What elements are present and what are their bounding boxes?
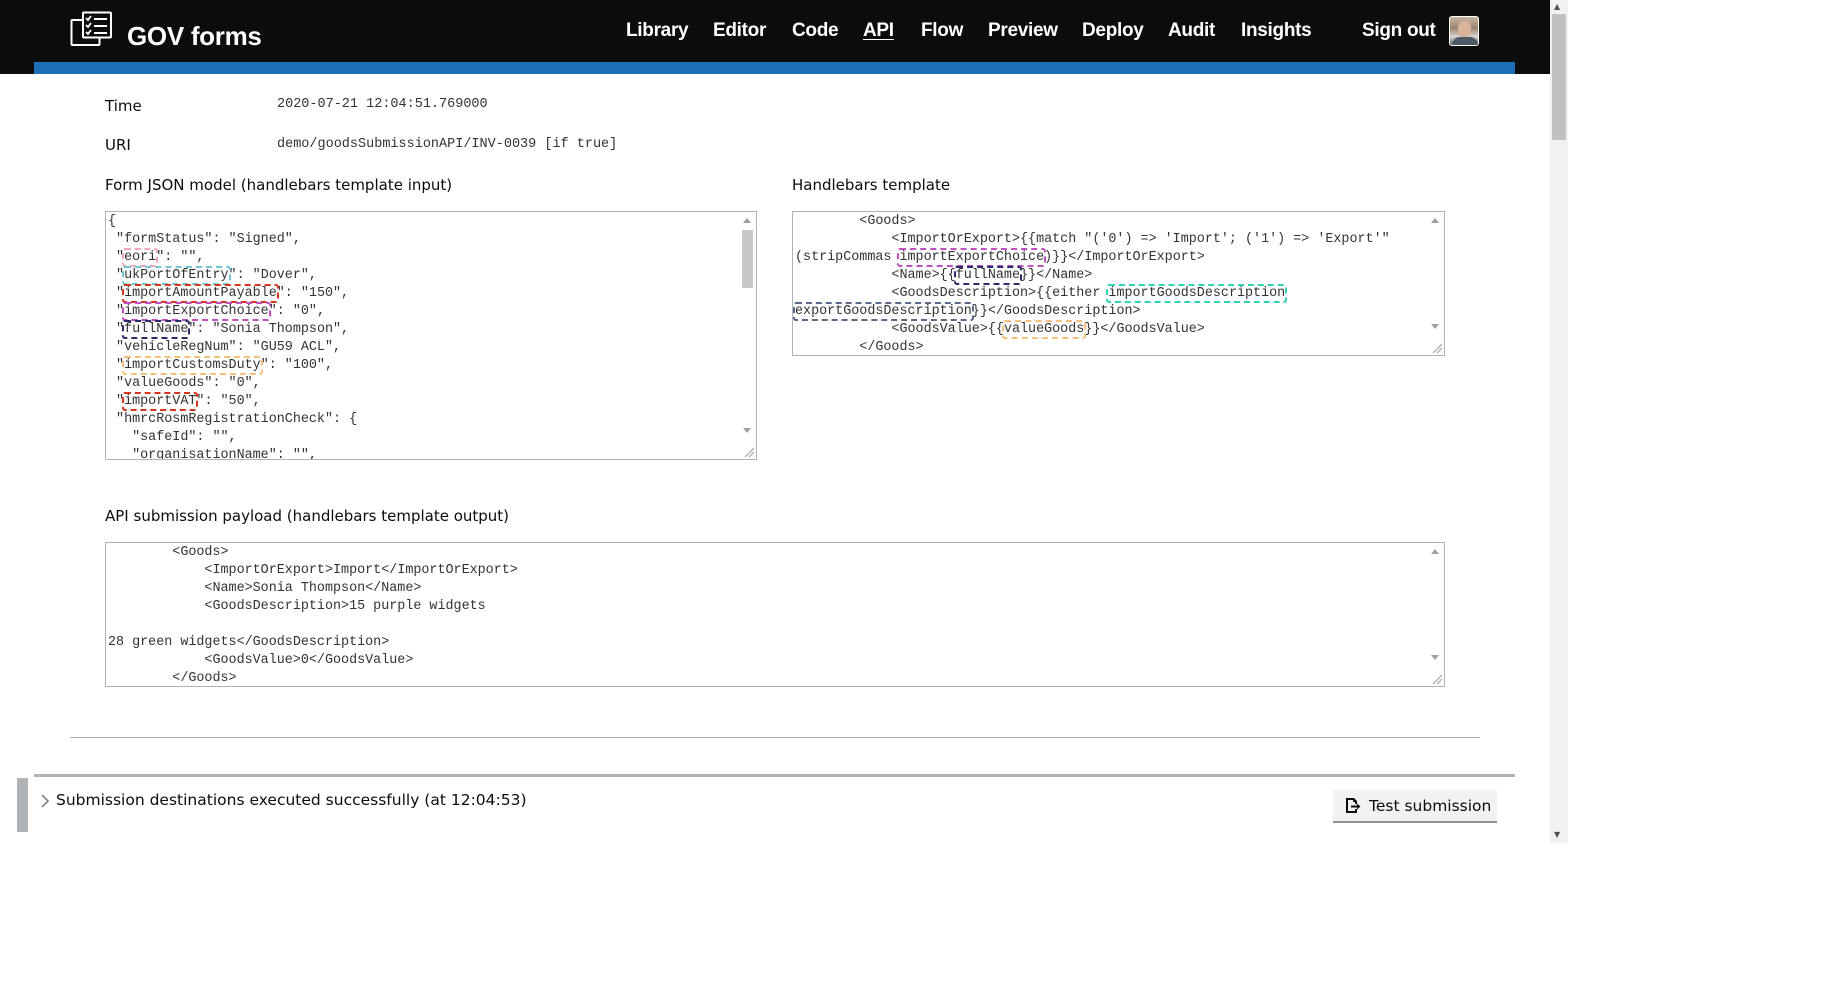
scroll-up-icon[interactable] [743,218,751,223]
file-export-icon [1346,798,1361,813]
template-textarea[interactable]: <Goods> <ImportOrExport>{{match "('0') =… [792,211,1445,356]
scroll-down-icon[interactable] [1431,655,1439,660]
resize-grip-icon[interactable] [1429,340,1443,354]
json-model-textarea[interactable]: { "formStatus": "Signed", "eori": "", "u… [105,211,757,460]
uri-label: URI [105,136,131,154]
nav-editor[interactable]: Editor [713,20,766,42]
output-textarea[interactable]: <Goods> <ImportOrExport>Import</ImportOr… [105,542,1445,687]
nav-preview[interactable]: Preview [988,20,1058,42]
details-left-accent [17,778,28,832]
output-scrollbar[interactable] [1427,543,1444,686]
brand-name[interactable]: GOV forms [127,21,262,52]
template-content: <Goods> <ImportOrExport>{{match "('0') =… [793,214,1390,355]
page-scrollbar[interactable]: ▲ ▼ [1550,0,1568,843]
scroll-up-icon[interactable]: ▲ [1554,2,1560,11]
page: GOV forms Library Editor Code API Flow P… [0,0,1568,843]
scroll-up-icon[interactable] [1431,218,1439,223]
scroll-down-icon[interactable] [1431,324,1439,329]
output-heading: API submission payload (handlebars templ… [105,507,510,525]
nav-library[interactable]: Library [626,20,689,42]
template-heading: Handlebars template [792,176,951,194]
scrollbar-thumb[interactable] [1552,14,1566,140]
json-model-heading: Form JSON model (handlebars template inp… [105,176,453,194]
resize-grip-icon[interactable] [741,444,755,458]
scroll-up-icon[interactable] [1431,549,1439,554]
section-divider [70,737,1480,738]
template-scrollbar[interactable] [1427,212,1444,355]
time-label: Time [105,97,142,115]
nav-insights[interactable]: Insights [1241,20,1312,42]
scroll-down-icon[interactable]: ▼ [1554,830,1560,839]
nav-audit[interactable]: Audit [1168,20,1215,42]
avatar[interactable] [1449,16,1479,46]
json-model-content: { "formStatus": "Signed", "eori": "", "u… [108,214,358,460]
sign-out-link[interactable]: Sign out [1362,20,1436,42]
submission-summary[interactable]: Submission destinations executed success… [56,791,527,809]
details-top-rule [34,774,1515,777]
chevron-right-icon[interactable] [40,794,50,811]
nav-flow[interactable]: Flow [921,20,963,42]
json-model-scrollbar[interactable] [739,212,756,459]
nav-api[interactable]: API [863,20,894,42]
nav-code[interactable]: Code [792,20,839,42]
time-value: 2020-07-21 12:04:51.769000 [277,97,488,112]
resize-grip-icon[interactable] [1429,671,1443,685]
test-submission-button[interactable]: Test submission [1333,790,1497,823]
scroll-down-icon[interactable] [743,428,751,433]
nav-deploy[interactable]: Deploy [1082,20,1144,42]
scrollbar-thumb[interactable] [742,230,753,288]
test-submission-label: Test submission [1369,796,1492,815]
form-checklist-icon[interactable] [70,11,112,47]
uri-value: demo/goodsSubmissionAPI/INV-0039 [if tru… [277,137,618,152]
header-accent-bar [34,62,1515,74]
output-content: <Goods> <ImportOrExport>Import</ImportOr… [108,545,518,686]
